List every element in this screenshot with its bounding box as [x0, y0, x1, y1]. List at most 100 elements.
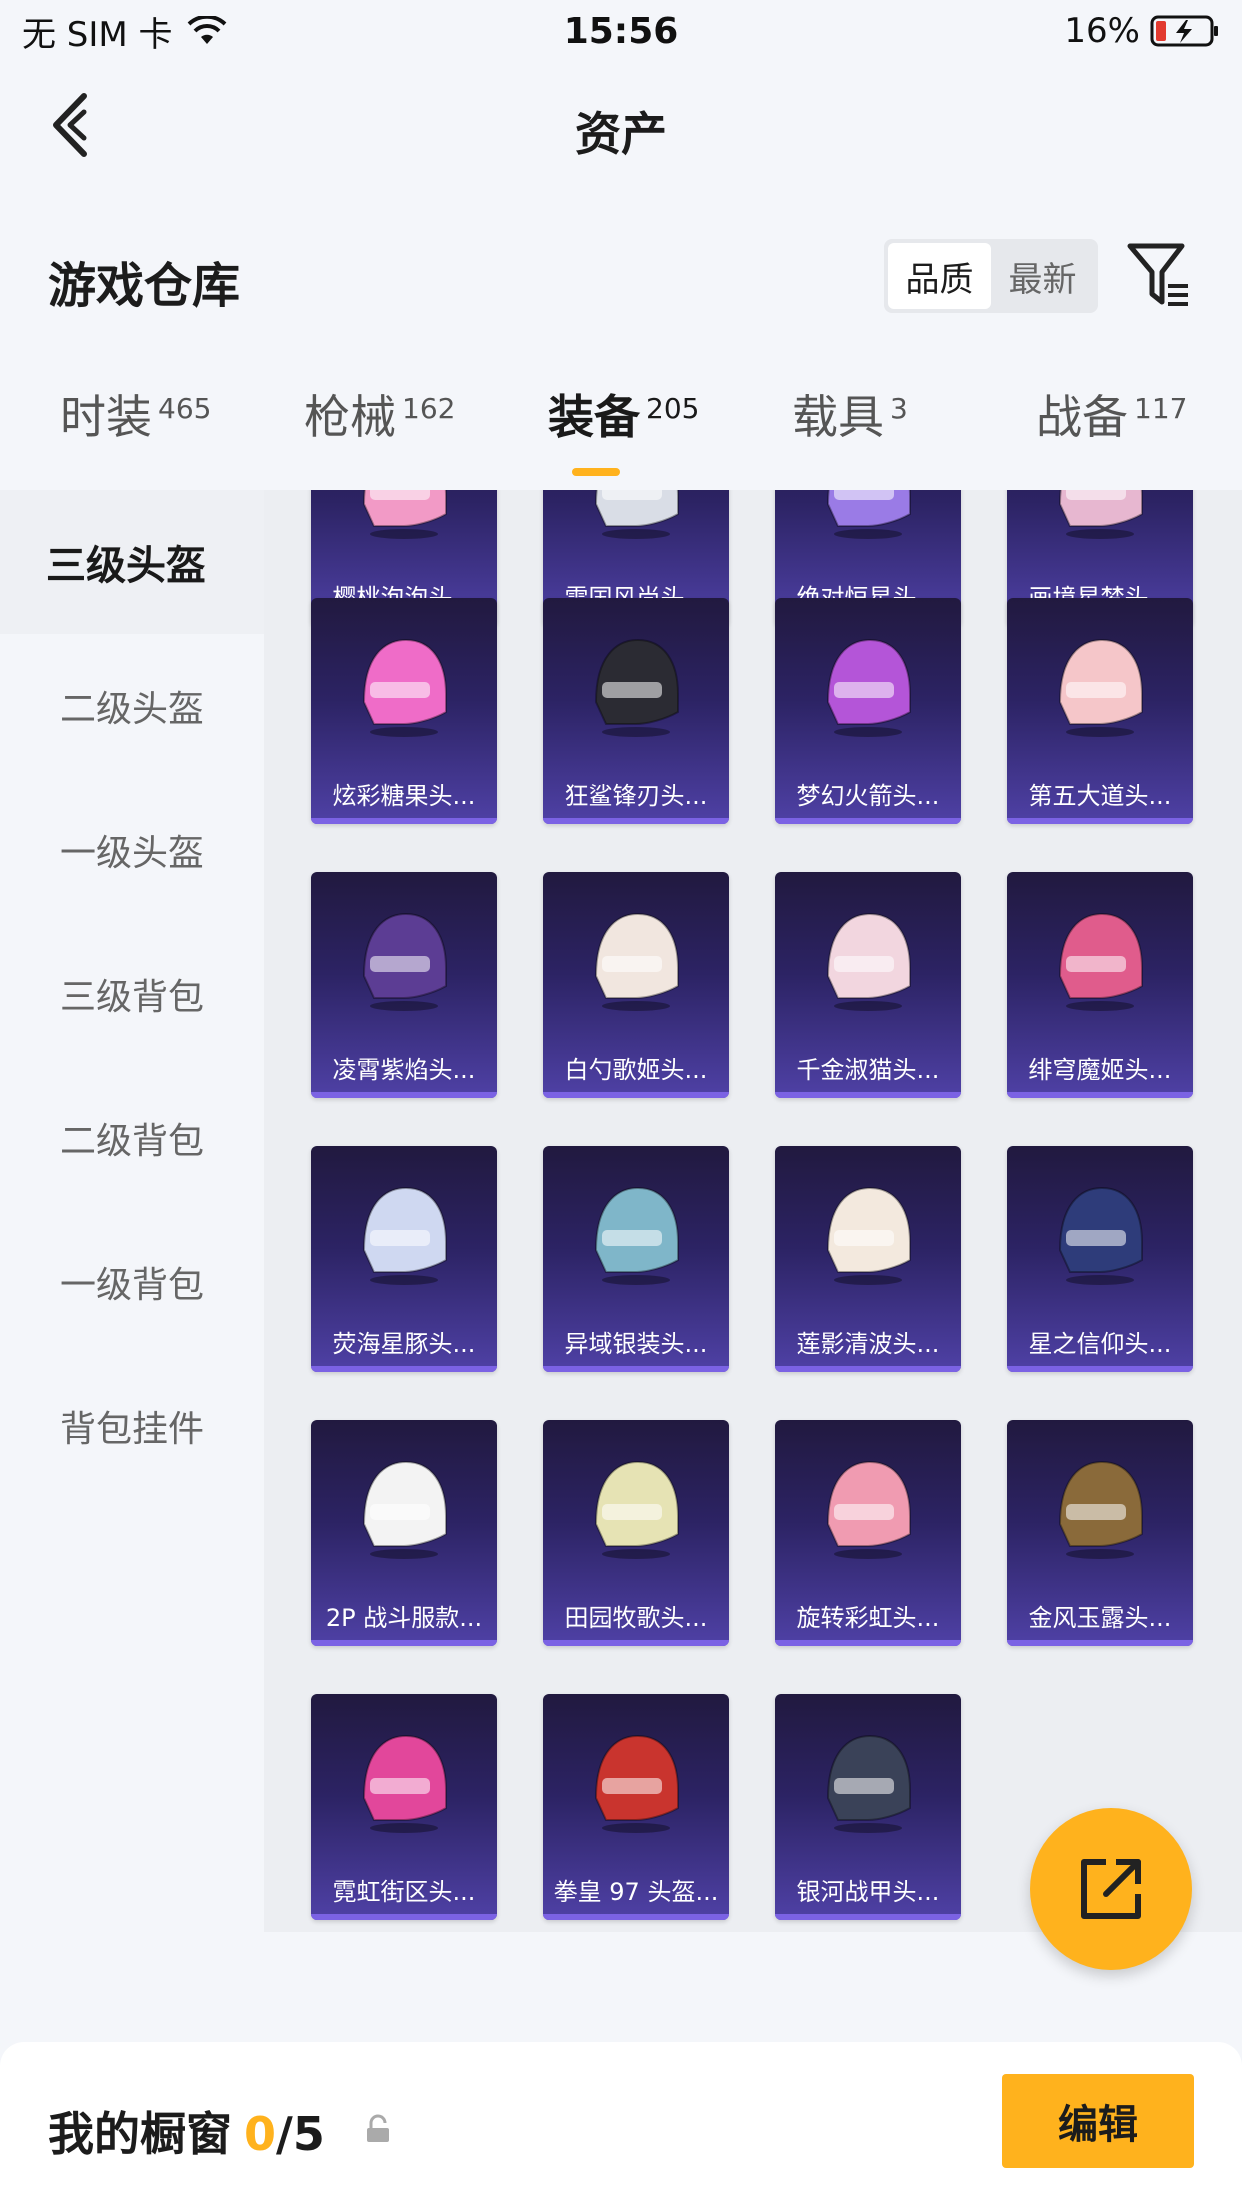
warehouse-title: 游戏仓库 — [48, 258, 241, 314]
carrier-label: 无 SIM 卡 — [22, 14, 173, 55]
item-name: 炫彩糖果头... — [332, 782, 476, 810]
item-card[interactable]: 凌霄紫焰头... — [311, 872, 497, 1098]
tab-label: 枪械 — [304, 390, 396, 444]
tab-label: 战备 — [1036, 390, 1128, 444]
item-name: 白勺歌姬头... — [564, 1056, 708, 1084]
helmet-icon — [1058, 490, 1143, 539]
helmet-icon — [594, 1186, 679, 1285]
item-card[interactable]: 白勺歌姬头... — [543, 872, 729, 1098]
item-name: 狂鲨锋刃头... — [564, 782, 708, 810]
item-card[interactable]: 莲影清波头... — [775, 1146, 961, 1372]
item-card[interactable]: 荧海星豚头... — [311, 1146, 497, 1372]
item-name: 霓虹街区头... — [332, 1878, 476, 1906]
sidebar-item-level1-backpack[interactable]: 一级背包 — [0, 1210, 264, 1354]
card-bottom-stripe — [775, 1092, 961, 1098]
item-card[interactable]: 绯穹魔姬头... — [1007, 872, 1193, 1098]
helmet-icon — [362, 490, 447, 539]
helmet-icon — [362, 1734, 447, 1833]
helmet-icon — [594, 490, 679, 539]
helmet-icon — [594, 638, 679, 737]
item-name: 绯穹魔姬头... — [1028, 1056, 1172, 1084]
card-bottom-stripe — [543, 1914, 729, 1920]
item-name: 荧海星豚头... — [332, 1330, 476, 1358]
sidebar-item-level2-backpack[interactable]: 二级背包 — [0, 1066, 264, 1210]
tab-fashion[interactable]: 时装 465 — [60, 390, 211, 470]
item-name: 星之信仰头... — [1028, 1330, 1172, 1358]
item-card[interactable]: 田园牧歌头... — [543, 1420, 729, 1646]
item-card[interactable]: 炫彩糖果头... — [311, 598, 497, 824]
item-card[interactable]: 银河战甲头... — [775, 1694, 961, 1920]
item-card[interactable]: 拳皇 97 头盔... — [543, 1694, 729, 1920]
card-bottom-stripe — [311, 1640, 497, 1646]
card-bottom-stripe — [311, 1366, 497, 1372]
tab-count: 162 — [402, 392, 456, 425]
status-time: 15:56 — [563, 10, 679, 52]
item-card[interactable]: 狂鲨锋刃头... — [543, 598, 729, 824]
item-card[interactable]: 星之信仰头... — [1007, 1146, 1193, 1372]
sort-option-quality[interactable]: 品质 — [888, 243, 991, 309]
card-bottom-stripe — [775, 1914, 961, 1920]
sidebar-item-level3-helmet[interactable]: 三级头盔 — [0, 490, 264, 634]
helmet-icon — [594, 1734, 679, 1833]
share-button[interactable] — [1030, 1808, 1192, 1970]
item-card[interactable]: 第五大道头... — [1007, 598, 1193, 824]
helmet-icon — [1058, 638, 1143, 737]
helmet-icon — [1058, 1460, 1143, 1559]
helmet-icon — [826, 638, 911, 737]
tab-equipment[interactable]: 装备 205 — [548, 390, 699, 470]
sidebar-item-level2-helmet[interactable]: 二级头盔 — [0, 634, 264, 778]
item-card[interactable]: 异域银装头... — [543, 1146, 729, 1372]
card-bottom-stripe — [543, 818, 729, 824]
helmet-icon — [362, 912, 447, 1011]
warehouse-header: 游戏仓库 品质 最新 — [0, 230, 1242, 326]
helmet-icon — [362, 638, 447, 737]
tab-count: 117 — [1134, 392, 1188, 425]
showcase-title: 我的橱窗 0 /5 — [48, 2098, 325, 2164]
sidebar-item-level3-backpack[interactable]: 三级背包 — [0, 922, 264, 1066]
item-name: 千金淑猫头... — [796, 1056, 940, 1084]
showcase-footer: 我的橱窗 0 /5 编辑 — [0, 2042, 1242, 2208]
sort-toggle: 品质 最新 — [884, 239, 1098, 313]
item-name: 2P 战斗服款... — [325, 1604, 483, 1632]
item-card[interactable]: 金风玉露头... — [1007, 1420, 1193, 1646]
card-bottom-stripe — [1007, 818, 1193, 824]
tab-gear[interactable]: 战备 117 — [1036, 390, 1187, 470]
filter-button[interactable] — [1124, 240, 1194, 312]
item-name: 旋转彩虹头... — [796, 1604, 940, 1632]
item-name: 银河战甲头... — [796, 1878, 940, 1906]
showcase-count: 0 — [244, 2107, 277, 2161]
sidebar-item-backpack-charm[interactable]: 背包挂件 — [0, 1354, 264, 1498]
helmet-icon — [362, 1460, 447, 1559]
card-bottom-stripe — [775, 1366, 961, 1372]
card-bottom-stripe — [775, 1640, 961, 1646]
card-bottom-stripe — [1007, 1366, 1193, 1372]
item-grid: 樱桃泡泡头...雪国风尚头...绝对恒星头...画境星梦头...炫彩糖果头...… — [264, 490, 1242, 1932]
item-card[interactable]: 霓虹街区头... — [311, 1694, 497, 1920]
tab-count: 205 — [646, 392, 700, 425]
filter-icon — [1127, 243, 1188, 306]
item-card[interactable]: 旋转彩虹头... — [775, 1420, 961, 1646]
sort-option-newest[interactable]: 最新 — [991, 243, 1094, 309]
status-bar: 无 SIM 卡 15:56 16% — [0, 0, 1242, 62]
card-bottom-stripe — [543, 1092, 729, 1098]
nav-bar: 资产 — [0, 62, 1242, 192]
tab-label: 装备 — [548, 390, 640, 444]
item-name: 异域银装头... — [564, 1330, 708, 1358]
sidebar-item-level1-helmet[interactable]: 一级头盔 — [0, 778, 264, 922]
tab-weapons[interactable]: 枪械 162 — [304, 390, 455, 470]
card-bottom-stripe — [311, 1914, 497, 1920]
page-title: 资产 — [575, 107, 667, 161]
helmet-icon — [1058, 912, 1143, 1011]
wifi-icon — [187, 16, 226, 44]
edit-button[interactable]: 编辑 — [1002, 2074, 1194, 2168]
lock-icon — [367, 2114, 389, 2142]
item-card[interactable]: 2P 战斗服款... — [311, 1420, 497, 1646]
sub-category-sidebar: 三级头盔 二级头盔 一级头盔 三级背包 二级背包 一级背包 背包挂件 — [0, 490, 264, 1932]
item-card[interactable]: 千金淑猫头... — [775, 872, 961, 1098]
tab-vehicles[interactable]: 载具 3 — [792, 390, 908, 470]
category-tab-bar: 时装 465 枪械 162 装备 205 载具 3 战备 117 — [0, 380, 1242, 490]
item-name: 凌霄紫焰头... — [332, 1056, 476, 1084]
item-card[interactable]: 梦幻火箭头... — [775, 598, 961, 824]
item-name: 梦幻火箭头... — [796, 782, 940, 810]
card-bottom-stripe — [775, 818, 961, 824]
